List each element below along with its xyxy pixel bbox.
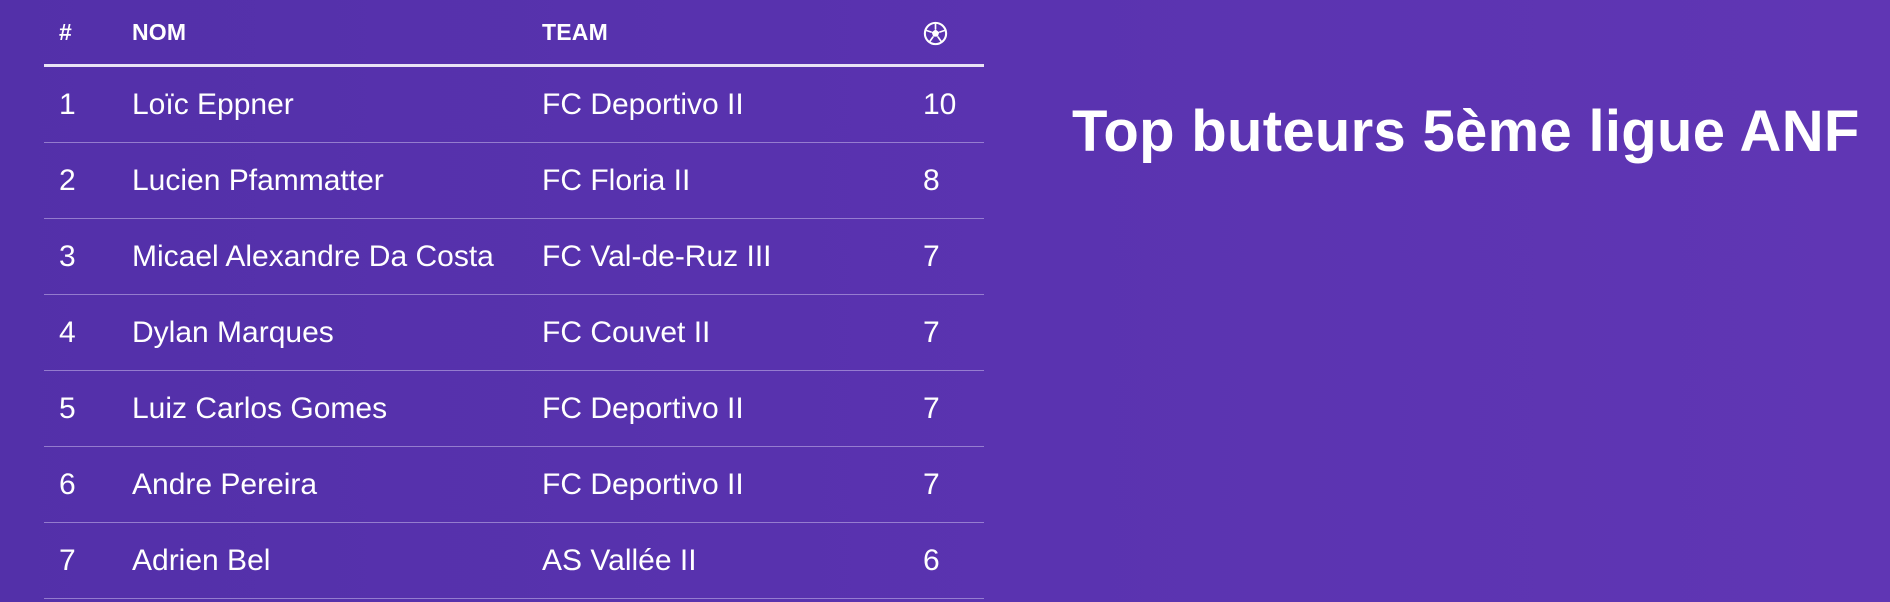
rank-cell: 6 [59, 467, 76, 501]
table-header: # NOM TEAM [44, 0, 984, 67]
name-cell: Lucien Pfammatter [132, 163, 384, 197]
team-cell: FC Deportivo II [542, 391, 744, 425]
header-rank: # [59, 18, 72, 45]
scorers-table: # NOM TEAM 1 Loïc Eppner FC Deportivo II… [44, 0, 984, 599]
rank-cell: 1 [59, 87, 76, 121]
table-row: 3 Micael Alexandre Da Costa FC Val-de-Ru… [44, 219, 984, 295]
table-row: 2 Lucien Pfammatter FC Floria II 8 [44, 143, 984, 219]
soccer-ball-icon [923, 21, 948, 46]
team-cell: FC Couvet II [542, 315, 711, 349]
table-row: 6 Andre Pereira FC Deportivo II 7 [44, 447, 984, 523]
page-title: Top buteurs 5ème ligue ANF [1072, 99, 1860, 164]
team-cell: FC Deportivo II [542, 87, 744, 121]
name-cell: Dylan Marques [132, 315, 334, 349]
team-cell: FC Val-de-Ruz III [542, 239, 772, 273]
name-cell: Micael Alexandre Da Costa [132, 239, 494, 273]
rank-cell: 2 [59, 163, 76, 197]
goals-cell: 10 [923, 87, 957, 121]
table-row: 7 Adrien Bel AS Vallée II 6 [44, 523, 984, 599]
header-name: NOM [132, 18, 187, 45]
goals-cell: 8 [923, 163, 940, 197]
goals-cell: 7 [923, 467, 940, 501]
team-cell: FC Deportivo II [542, 467, 744, 501]
header-team: TEAM [542, 18, 608, 45]
rank-cell: 3 [59, 239, 76, 273]
goals-cell: 6 [923, 543, 940, 577]
name-cell: Luiz Carlos Gomes [132, 391, 388, 425]
table-row: 1 Loïc Eppner FC Deportivo II 10 [44, 67, 984, 143]
goals-cell: 7 [923, 239, 940, 273]
team-cell: FC Floria II [542, 163, 691, 197]
table-row: 5 Luiz Carlos Gomes FC Deportivo II 7 [44, 371, 984, 447]
table-row: 4 Dylan Marques FC Couvet II 7 [44, 295, 984, 371]
rank-cell: 7 [59, 543, 76, 577]
rank-cell: 5 [59, 391, 76, 425]
name-cell: Adrien Bel [132, 543, 271, 577]
goals-cell: 7 [923, 391, 940, 425]
team-cell: AS Vallée II [542, 543, 697, 577]
name-cell: Loïc Eppner [132, 87, 294, 121]
rank-cell: 4 [59, 315, 76, 349]
goals-cell: 7 [923, 315, 940, 349]
name-cell: Andre Pereira [132, 467, 318, 501]
header-goals [923, 18, 984, 45]
